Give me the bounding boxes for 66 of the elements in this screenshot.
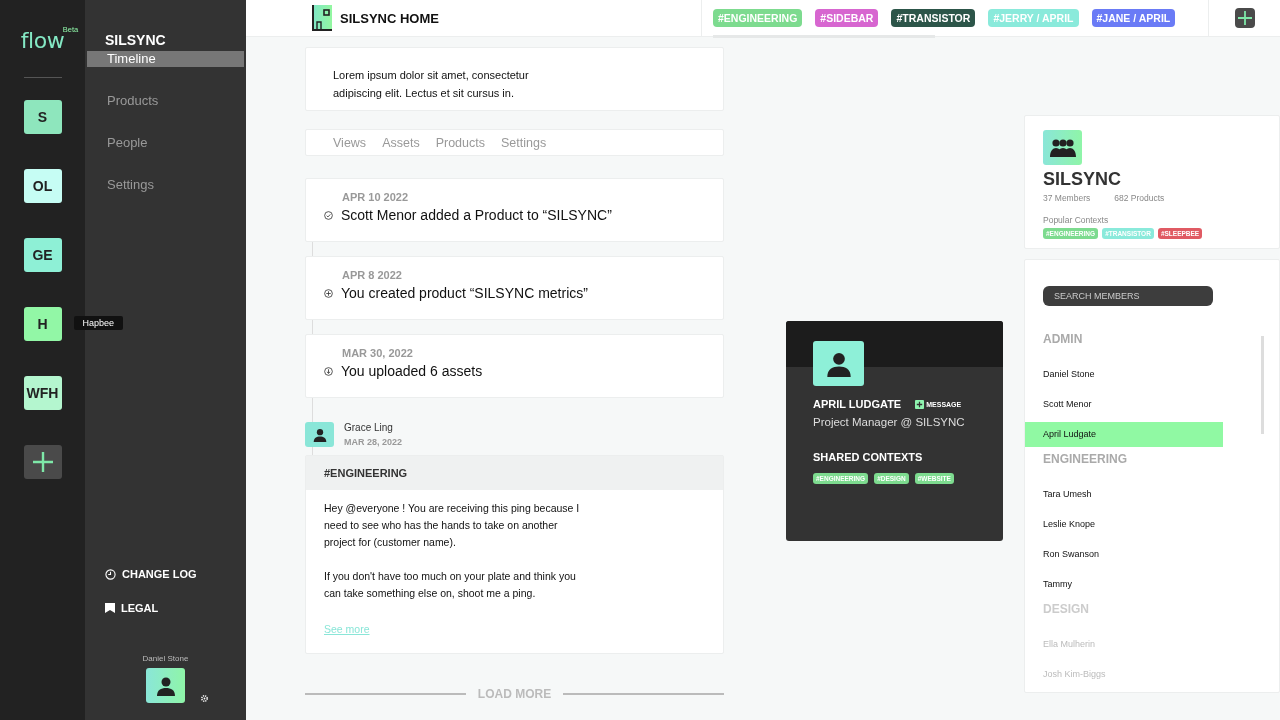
workspace-button[interactable]: H [23,307,62,341]
event-date: MAR 30, 2022 [342,347,414,359]
tab[interactable]: Settings [501,135,547,150]
plus-icon [31,451,54,473]
plus-icon [915,399,925,409]
tooltip: Hapbee [73,316,124,330]
tab[interactable]: Products [435,135,485,150]
nav-link[interactable]: CHANGE LOG [122,568,197,580]
download-circle-icon [324,366,333,376]
context-tag[interactable]: #TRANSISTOR [891,9,976,27]
nav-item[interactable]: Products [87,93,244,109]
member-item[interactable]: Tammy [1025,572,1223,597]
people-icon [1043,130,1082,165]
add-tag-button[interactable] [1234,8,1255,28]
nav-item[interactable]: People [87,135,244,151]
user-name: Daniel Stone [142,654,189,663]
tab[interactable]: Views [333,135,367,150]
member-item[interactable]: Ron Swanson [1025,542,1223,567]
member-item[interactable]: April Ludgate [1025,422,1223,447]
nav-item[interactable]: Timeline [87,51,244,67]
search-field[interactable]: SEARCH MEMBERS [1043,286,1213,306]
member-item[interactable]: Daniel Stone [1025,362,1223,387]
group-name: SILSYNC [1043,169,1122,190]
post-paragraph: If you don't have too much on your plate and think you can take something else on, shoot me a ping. [324,569,577,601]
settings-icon[interactable] [200,694,209,703]
page-title: SILSYNC HOME [340,10,439,26]
workspace-title: SILSYNC [104,32,167,48]
post-paragraph: Hey @everyone ! You are receiving this ping because I need to see who has the hands to take on another project for (customer name). [324,501,581,550]
member-item[interactable]: Leslie Knope [1025,512,1223,537]
popular-contexts-label: Popular Contexts [1043,215,1110,225]
event-text: You uploaded 6 assets [341,363,483,379]
tab[interactable]: Assets [382,135,420,150]
group-heading: ADMIN [1042,332,1084,346]
bookmark-icon [105,603,115,613]
workspace-button[interactable]: WFH [23,376,62,410]
profile-name: APRIL LUDGATE [813,398,902,410]
member-item[interactable]: Tara Umesh [1025,482,1223,507]
context-label: #ENGINEERING [324,467,408,479]
building-icon [312,5,332,31]
add-workspace-button[interactable] [23,445,62,479]
intro-text: Lorem ipsum dolor sit amet, consectetur adipiscing elit. Lectus et sit cursus in. [333,68,530,101]
clock-icon [105,568,116,580]
user-avatar[interactable] [146,668,185,703]
post-date: MAR 28, 2022 [344,437,403,447]
event-date: APR 8 2022 [342,269,403,281]
section-heading: SHARED CONTEXTS [813,451,924,463]
author-avatar[interactable] [305,422,334,447]
profile-role: Project Manager @ SILSYNC [813,416,966,428]
context-tag[interactable]: #JANE / APRIL [1091,9,1176,27]
author-name: Grace Ling [344,422,394,433]
check-circle-icon [324,210,333,220]
event-text: Scott Menor added a Product to “SILSYNC” [341,207,612,223]
nav-link[interactable]: LEGAL [121,602,159,614]
workspace-button[interactable]: OL [23,169,62,203]
event-text: You created product “SILSYNC metrics” [341,285,588,301]
event-date: APR 10 2022 [342,191,410,203]
product-count: 682 Products [1114,193,1165,203]
member-item[interactable]: Scott Menor [1025,392,1223,417]
nav-item[interactable]: Settings [87,177,244,193]
group-heading: ENGINEERING [1042,452,1128,466]
workspace-button[interactable]: S [23,100,62,134]
scrollbar[interactable] [1261,336,1264,434]
plus-circle-icon [324,288,333,298]
workspace-button[interactable]: GE [23,238,62,272]
context-tag[interactable]: #SIDEBAR [815,9,879,27]
member-count: 37 Members [1043,193,1091,203]
